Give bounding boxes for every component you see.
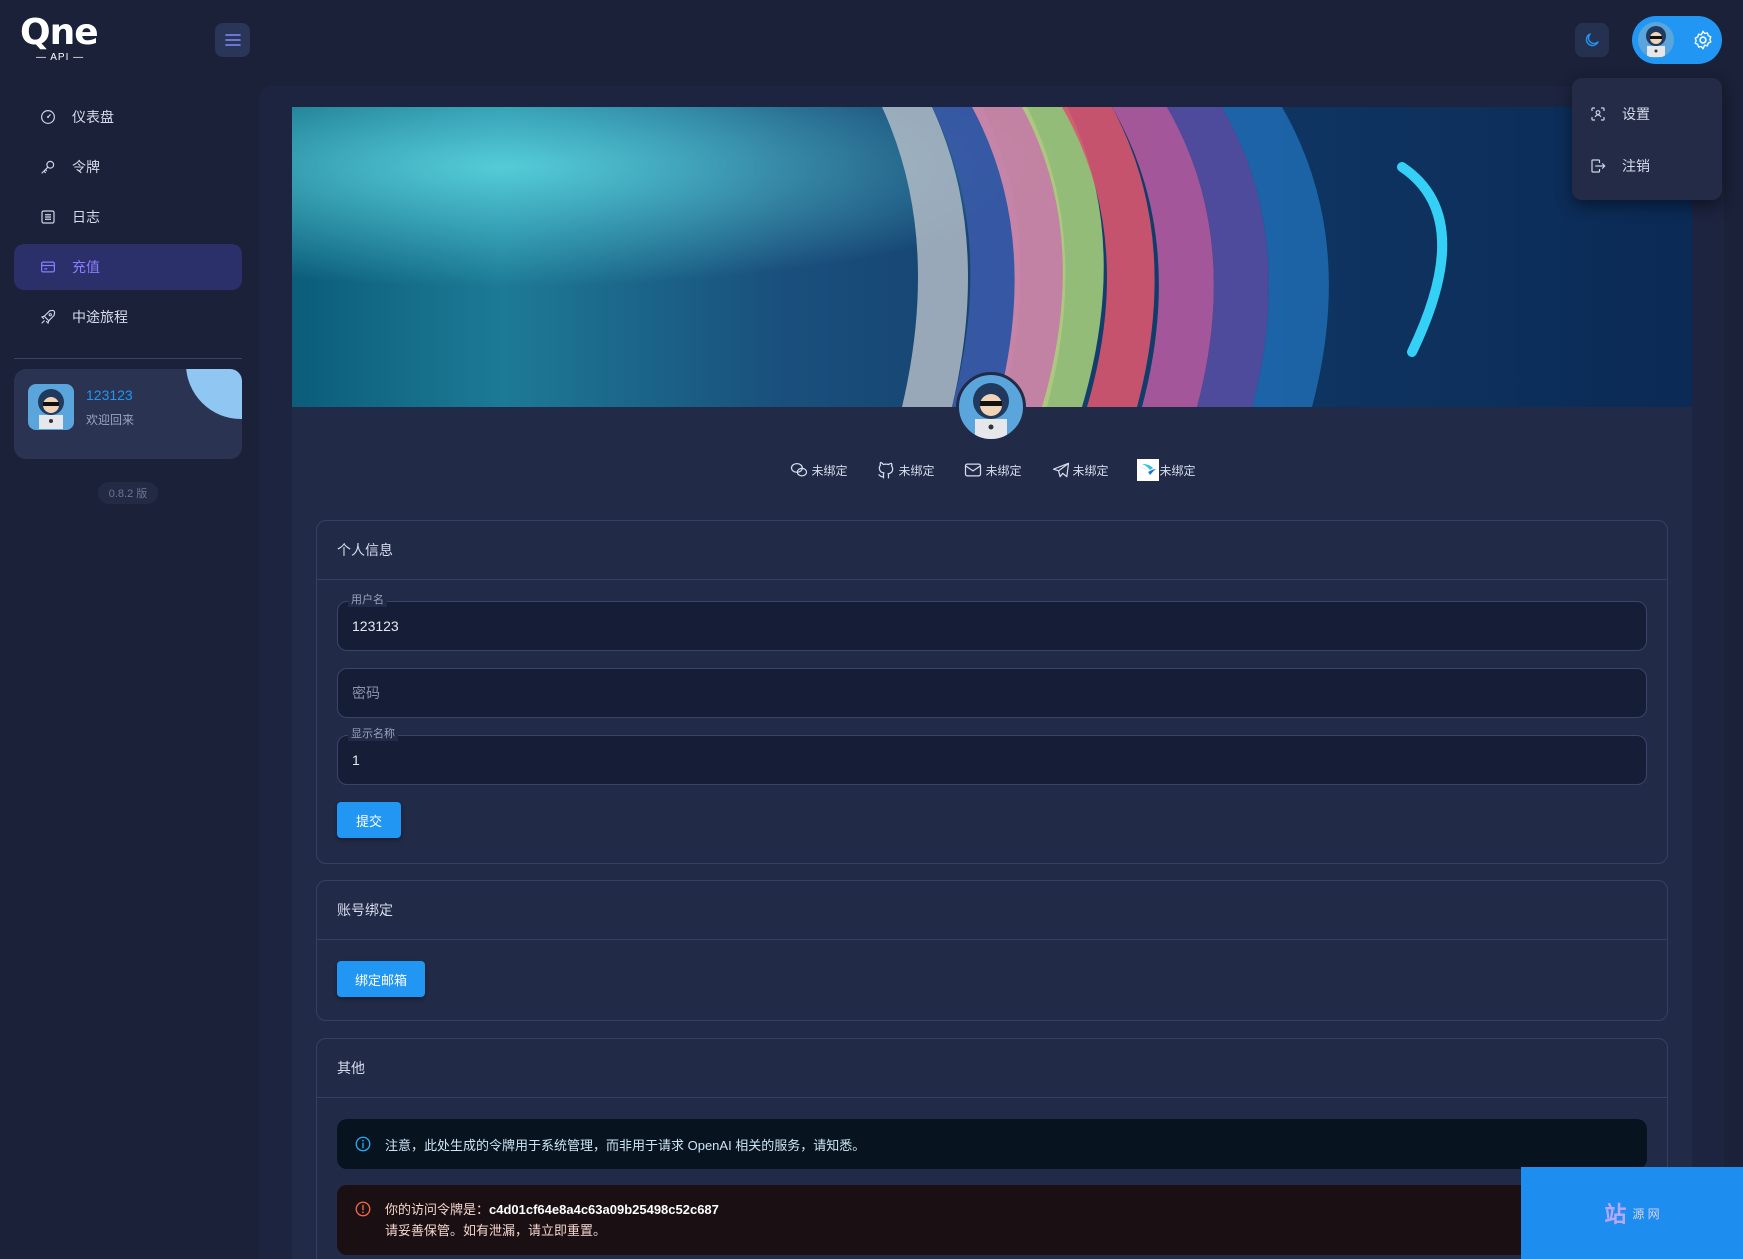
username-field[interactable]: 用户名 123123 [337, 593, 1647, 651]
bind-status: 未绑定 [1159, 463, 1196, 478]
logo-subtext: — API — [36, 52, 85, 63]
logout-icon [1588, 156, 1608, 176]
user-dropdown-menu: 设置 注销 [1572, 78, 1722, 200]
profile-banner [292, 107, 1692, 407]
welcome-text: 欢迎回来 [86, 413, 135, 427]
field-value: 123123 [352, 618, 399, 634]
card-decoration [186, 369, 242, 419]
menu-item-logout[interactable]: 注销 [1572, 144, 1722, 188]
token-alert: 你的访问令牌是：c4d01cf64e8a4c63a09b25498c52c687… [337, 1185, 1647, 1255]
field-value: 1 [352, 752, 360, 768]
github-bind[interactable]: 未绑定 [875, 459, 934, 481]
card-title: 个人信息 [317, 521, 1667, 580]
token-message: 你的访问令牌是：c4d01cf64e8a4c63a09b25498c52c687… [385, 1199, 719, 1241]
watermark: 站 源 网 [1521, 1167, 1743, 1259]
avatar [28, 384, 74, 430]
submit-button[interactable]: 提交 [337, 802, 401, 838]
sidebar-item-topup[interactable]: 充值 [14, 244, 242, 290]
sidebar-item-midjourney[interactable]: 中途旅程 [14, 294, 242, 340]
field-label: 显示名称 [348, 727, 398, 741]
field-placeholder: 密码 [352, 685, 380, 701]
sidebar-item-label: 日志 [72, 209, 100, 225]
menu-item-settings[interactable]: 设置 [1572, 92, 1722, 136]
sidebar-item-label: 充值 [72, 259, 100, 275]
hamburger-icon [224, 34, 241, 46]
password-field[interactable]: 密码 [337, 668, 1647, 718]
watermark-subtext: 源 网 [1632, 1206, 1660, 1221]
menu-toggle-button[interactable] [215, 23, 250, 57]
sidebar-item-label: 令牌 [72, 159, 100, 175]
menu-item-label: 设置 [1622, 106, 1650, 122]
card-title: 账号绑定 [317, 881, 1667, 940]
wallet-icon [38, 257, 58, 277]
field-label: 用户名 [348, 593, 387, 607]
bind-status: 未绑定 [1072, 463, 1109, 478]
email-bind[interactable]: 未绑定 [962, 459, 1022, 481]
dashboard-icon [38, 107, 58, 127]
github-icon [875, 459, 897, 481]
account-bindings: 未绑定 未绑定 未绑定 未绑定 未绑定 [292, 459, 1692, 481]
access-token[interactable]: c4d01cf64e8a4c63a09b25498c52c687 [489, 1202, 719, 1217]
sidebar-item-logs[interactable]: 日志 [14, 194, 242, 240]
user-name: 123123 [86, 387, 133, 403]
info-text: 注意，此处生成的令牌用于系统管理，而非用于请求 OpenAI 相关的服务，请知悉… [385, 1137, 866, 1153]
sidebar: 仪表盘 令牌 日志 充值 中途旅程 123123 欢迎回来 0.8.2 版 [0, 82, 260, 1259]
moon-icon [1585, 33, 1599, 47]
token-warning: 请妥善保管。如有泄漏，请立即重置。 [385, 1223, 607, 1238]
lark-icon [1136, 459, 1159, 481]
logo[interactable]: Qne — API — [20, 14, 110, 66]
lark-bind[interactable]: 未绑定 [1136, 459, 1196, 481]
other-card: 其他 注意，此处生成的令牌用于系统管理，而非用于请求 OpenAI 相关的服务，… [316, 1038, 1668, 1259]
token-prefix: 你的访问令牌是： [385, 1202, 490, 1217]
avatar [1638, 22, 1674, 58]
info-icon [353, 1134, 373, 1154]
telegram-bind[interactable]: 未绑定 [1050, 459, 1109, 481]
user-menu-button[interactable] [1632, 16, 1722, 64]
info-alert: 注意，此处生成的令牌用于系统管理，而非用于请求 OpenAI 相关的服务，请知悉… [337, 1119, 1647, 1169]
personal-info-card: 个人信息 用户名 123123 密码 显示名称 1 提交 [316, 520, 1668, 864]
wechat-bind[interactable]: 未绑定 [788, 459, 847, 481]
top-bar: Qne — API — [0, 0, 1743, 82]
sidebar-item-label: 仪表盘 [72, 109, 114, 125]
banner-artwork [292, 107, 1692, 407]
gear-icon [1694, 30, 1712, 50]
wechat-icon [788, 459, 810, 481]
sidebar-item-tokens[interactable]: 令牌 [14, 144, 242, 190]
theme-toggle-button[interactable] [1575, 23, 1609, 57]
email-icon [962, 459, 984, 481]
sidebar-item-label: 中途旅程 [72, 309, 128, 325]
card-title: 其他 [317, 1039, 1667, 1098]
key-icon [38, 157, 58, 177]
version-badge: 0.8.2 版 [98, 482, 158, 504]
telegram-icon [1050, 459, 1072, 481]
account-binding-card: 账号绑定 绑定邮箱 [316, 880, 1668, 1021]
sidebar-item-dashboard[interactable]: 仪表盘 [14, 94, 242, 140]
profile-avatar[interactable] [956, 372, 1026, 442]
bind-status: 未绑定 [811, 463, 848, 478]
bind-status: 未绑定 [985, 463, 1022, 478]
warning-icon [353, 1199, 373, 1219]
profile-page: 未绑定 未绑定 未绑定 未绑定 未绑定 个人信息 用户名 123123 密码 显 [292, 107, 1692, 1259]
display-name-field[interactable]: 显示名称 1 [337, 727, 1647, 785]
bind-status: 未绑定 [898, 463, 935, 478]
watermark-text: 站 [1604, 1202, 1627, 1227]
log-icon [38, 207, 58, 227]
bind-email-button[interactable]: 绑定邮箱 [337, 961, 425, 997]
rocket-icon [38, 307, 58, 327]
user-scan-icon [1588, 104, 1608, 124]
menu-item-label: 注销 [1622, 158, 1650, 174]
sidebar-divider [14, 358, 242, 359]
user-card: 123123 欢迎回来 [14, 369, 242, 459]
logo-text: Qne [20, 12, 99, 53]
